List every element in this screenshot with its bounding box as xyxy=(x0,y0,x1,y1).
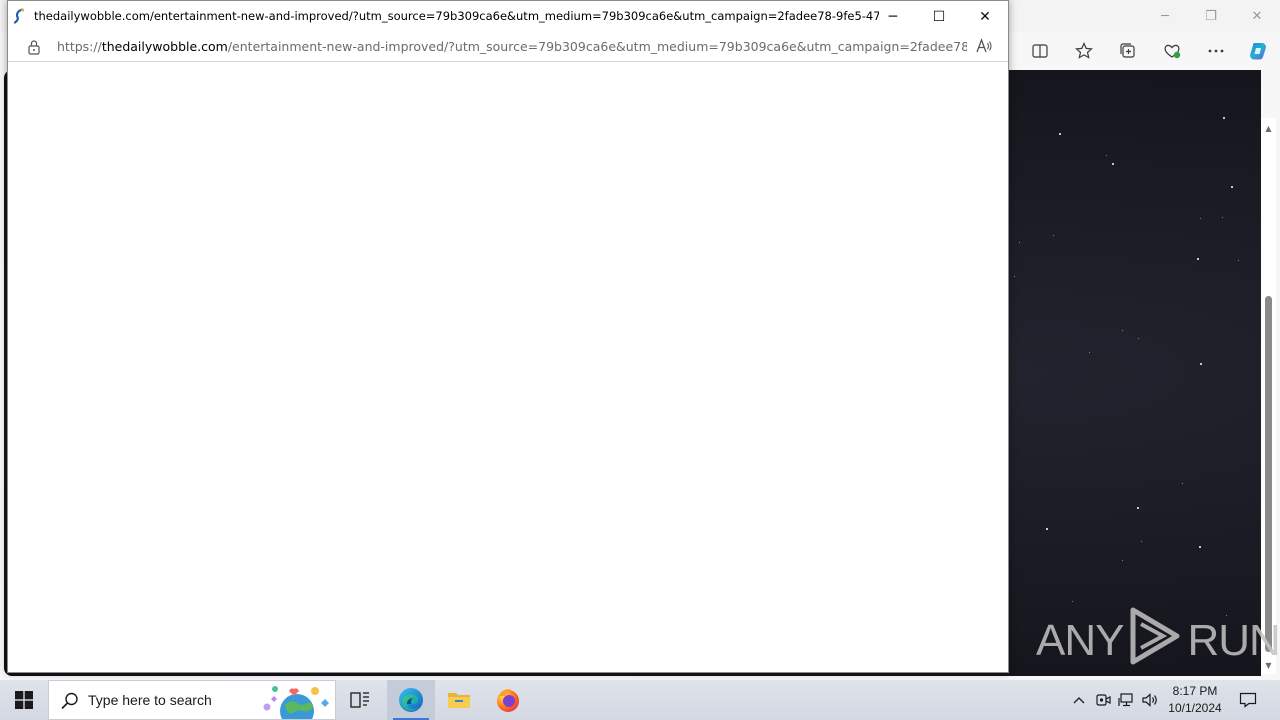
site-favicon-icon xyxy=(13,8,27,24)
star xyxy=(1138,338,1139,339)
star xyxy=(1231,186,1233,188)
star xyxy=(1019,242,1020,243)
star xyxy=(1046,528,1048,530)
taskbar: Type here to search 8:17 PM 10/1/2024 xyxy=(0,680,1280,720)
popup-window-title: thedailywobble.com/entertainment-new-and… xyxy=(34,9,879,23)
browser-toolbar xyxy=(1008,32,1280,70)
taskbar-clock[interactable]: 8:17 PM 10/1/2024 xyxy=(1162,683,1228,717)
star xyxy=(1059,133,1061,135)
edge-icon xyxy=(399,688,423,712)
star xyxy=(1238,260,1239,261)
star xyxy=(1223,117,1225,119)
star xyxy=(1222,217,1223,218)
popup-maximize-button[interactable]: ☐ xyxy=(916,1,962,32)
url-scheme: https:// xyxy=(57,39,102,54)
popup-close-button[interactable]: ✕ xyxy=(962,1,1008,32)
search-icon xyxy=(60,691,80,711)
star xyxy=(1182,483,1183,484)
background-minimize-button[interactable]: ─ xyxy=(1142,0,1188,32)
network-icon[interactable] xyxy=(1117,691,1135,709)
star xyxy=(1200,218,1201,219)
popup-address-bar[interactable]: https://thedailywobble.com/entertainment… xyxy=(8,32,1008,62)
star xyxy=(1089,352,1090,353)
favorites-icon[interactable] xyxy=(1070,38,1098,64)
star xyxy=(1122,330,1123,331)
file-explorer-icon xyxy=(448,693,470,708)
split-screen-icon[interactable] xyxy=(1026,38,1054,64)
taskbar-search-box[interactable]: Type here to search xyxy=(48,680,336,720)
url-text[interactable]: https://thedailywobble.com/entertainment… xyxy=(57,39,967,54)
task-view-button[interactable] xyxy=(336,680,384,720)
scroll-up-arrow-icon[interactable]: ▲ xyxy=(1261,124,1276,133)
edge-taskbar-button[interactable] xyxy=(387,680,435,720)
star xyxy=(1137,507,1139,509)
star xyxy=(1106,155,1107,156)
task-view-icon xyxy=(350,692,369,708)
start-button[interactable] xyxy=(0,680,48,720)
star xyxy=(1141,541,1142,542)
star xyxy=(1112,163,1114,165)
system-tray xyxy=(1066,680,1166,720)
vertical-scrollbar[interactable]: ▲ ▼ xyxy=(1261,118,1276,674)
clock-date: 10/1/2024 xyxy=(1168,701,1222,715)
popup-browser-window: thedailywobble.com/entertainment-new-and… xyxy=(7,0,1009,673)
watermark-text-right: RUN xyxy=(1187,616,1280,665)
volume-icon[interactable] xyxy=(1141,691,1159,709)
browser-essentials-icon[interactable] xyxy=(1158,38,1186,64)
lock-icon[interactable] xyxy=(27,39,41,55)
meet-now-icon[interactable] xyxy=(1094,691,1112,709)
collections-icon[interactable] xyxy=(1114,38,1142,64)
clock-time: 8:17 PM xyxy=(1172,684,1218,698)
file-explorer-taskbar-button[interactable] xyxy=(435,680,483,720)
watermark-text-left: ANY xyxy=(1036,616,1124,665)
search-placeholder: Type here to search xyxy=(88,692,212,708)
star xyxy=(1014,276,1015,277)
url-host: thedailywobble.com xyxy=(101,39,228,54)
firefox-taskbar-button[interactable] xyxy=(484,680,532,720)
popup-page-content xyxy=(8,62,1008,672)
search-highlight-globe-icon xyxy=(259,683,333,720)
star xyxy=(1197,258,1199,260)
star xyxy=(1122,560,1123,561)
action-center-button[interactable] xyxy=(1230,680,1266,720)
star xyxy=(1053,235,1054,236)
more-icon[interactable] xyxy=(1202,38,1230,64)
firefox-icon xyxy=(497,689,519,712)
anyrun-watermark: ANY RUN xyxy=(1036,606,1280,677)
notification-icon xyxy=(1239,692,1257,708)
popup-minimize-button[interactable]: ─ xyxy=(870,1,916,32)
scrollbar-thumb[interactable] xyxy=(1265,296,1272,652)
watermark-play-icon xyxy=(1127,606,1183,677)
popup-title-bar: thedailywobble.com/entertainment-new-and… xyxy=(8,1,1008,32)
read-aloud-icon[interactable] xyxy=(975,38,995,56)
url-path: /entertainment-new-and-improved/?utm_sou… xyxy=(227,39,967,54)
star xyxy=(1072,601,1073,602)
copilot-icon[interactable] xyxy=(1244,38,1272,64)
star xyxy=(1200,363,1202,365)
windows-logo-icon xyxy=(15,691,33,709)
show-hidden-icons-chevron-up-icon[interactable] xyxy=(1070,691,1088,709)
star xyxy=(1199,546,1201,548)
background-restore-button[interactable]: ❐ xyxy=(1188,0,1234,32)
background-close-button[interactable]: ✕ xyxy=(1234,0,1280,32)
